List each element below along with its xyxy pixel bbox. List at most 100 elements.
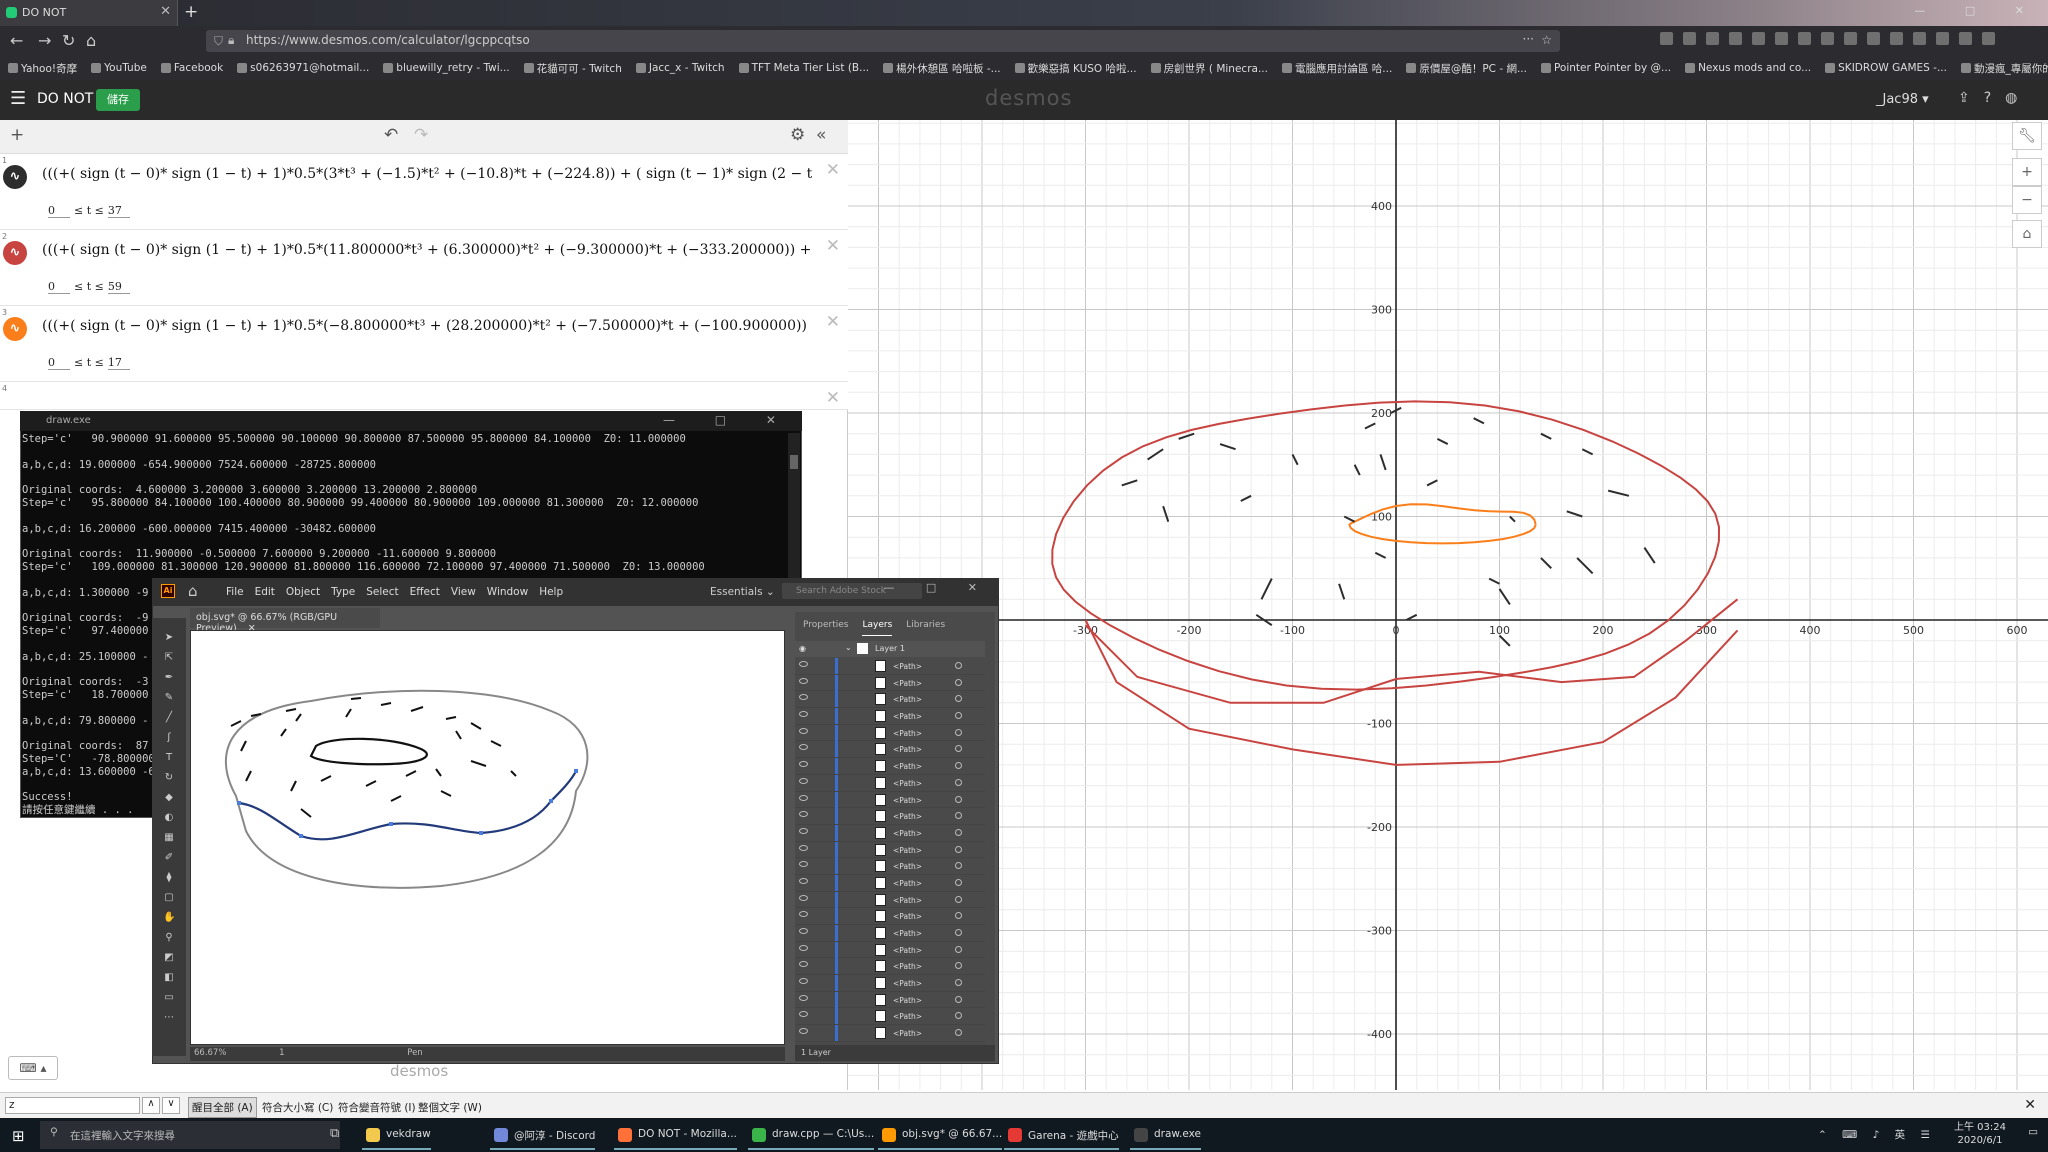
page-actions-icon[interactable]: ··· (1523, 32, 1534, 46)
sidebar-icon[interactable] (1683, 32, 1696, 45)
window-controls[interactable]: — □ ✕ (1914, 4, 2042, 17)
eye-icon[interactable] (799, 811, 808, 818)
sprinkle-curve[interactable] (1643, 546, 1656, 564)
target-circle-icon[interactable] (955, 1029, 962, 1037)
anchor-point[interactable] (237, 801, 241, 805)
layer-path-row[interactable]: <Path> (795, 724, 985, 742)
sprinkle-path[interactable] (470, 760, 487, 767)
eye-icon[interactable] (799, 661, 808, 667)
match-case-toggle[interactable]: 符合大小寫 (C) (262, 1100, 333, 1115)
path-name[interactable]: <Path> (893, 1029, 922, 1038)
bookmark-item[interactable]: 動漫瘋_專屬你的... (1960, 61, 2048, 76)
notification-icon[interactable]: ▭ (2028, 1126, 2038, 1138)
eye-icon[interactable] (799, 744, 808, 751)
expression-formula[interactable]: (((+( sign (t − 0)* sign (1 − t) + 1)*0.… (42, 318, 812, 344)
sprinkle-curve[interactable] (1607, 489, 1630, 497)
menu-type[interactable]: Type (331, 586, 355, 598)
zoom-in-icon[interactable]: + (2012, 158, 2042, 186)
artboard-tool-icon[interactable]: ▢ (163, 892, 175, 903)
selection-tool-icon[interactable]: ➤ (163, 632, 175, 643)
range-min-input[interactable]: 0 (48, 204, 70, 218)
layer-path-row[interactable]: <Path> (795, 991, 985, 1009)
eye-icon[interactable] (799, 961, 808, 968)
taskbar-app[interactable]: @阿淳 - Discord (490, 1120, 596, 1150)
sprinkle-path[interactable] (245, 770, 252, 782)
settings-gear-icon[interactable]: ⚙ (790, 125, 805, 145)
parametric-curve-icon[interactable]: ∿ (3, 241, 27, 265)
back-arrow-icon[interactable]: ← (10, 31, 23, 50)
layer-path-row[interactable]: <Path> (795, 741, 985, 759)
sprinkle-curve[interactable] (1426, 479, 1438, 487)
sprinkle-curve[interactable] (1509, 515, 1516, 523)
eye-icon[interactable] (799, 727, 808, 734)
target-circle-icon[interactable] (955, 979, 962, 987)
bookmark-item[interactable]: 楊外休憩區 哈啦板 -... (883, 61, 1001, 76)
range-min-input[interactable]: 0 (48, 356, 70, 370)
sprinkle-path[interactable] (410, 706, 424, 712)
target-circle-icon[interactable] (955, 912, 962, 920)
path-name[interactable]: <Path> (893, 912, 922, 921)
find-input[interactable]: z (5, 1097, 140, 1114)
highlight-all-toggle[interactable]: 醒目全部 (A) (188, 1097, 257, 1118)
direct-selection-tool-icon[interactable]: ⇱ (163, 652, 175, 663)
eye-icon[interactable] (799, 994, 808, 1001)
extension-icon[interactable] (1775, 32, 1788, 45)
match-diacritics-toggle[interactable]: 符合變音符號 (I) (338, 1100, 416, 1115)
expression-formula[interactable]: (((+( sign (t − 0)* sign (1 − t) + 1)*0.… (42, 166, 812, 192)
sprinkle-curve[interactable] (1374, 551, 1387, 559)
extension-icon[interactable] (1890, 32, 1903, 45)
target-circle-icon[interactable] (955, 895, 962, 903)
layer-path-row[interactable]: <Path> (795, 891, 985, 909)
layer-path-row[interactable]: <Path> (795, 958, 985, 976)
taskbar-app[interactable]: Garena - 遊戲中心 (1004, 1120, 1119, 1150)
task-view-icon[interactable]: ⧉ (330, 1126, 339, 1141)
user-menu[interactable]: _Jac98 ▾ (1876, 92, 1929, 107)
eye-icon[interactable] (799, 1011, 808, 1018)
path-name[interactable]: <Path> (893, 862, 922, 871)
find-next-icon[interactable]: ∨ (162, 1097, 180, 1114)
donut-outline[interactable] (224, 689, 589, 889)
sprinkle-curve[interactable] (1540, 432, 1552, 440)
sprinkle-curve[interactable] (1240, 494, 1252, 502)
curvature-tool-icon[interactable]: ✎ (163, 692, 175, 703)
menu-select[interactable]: Select (366, 586, 398, 598)
library-icon[interactable] (1660, 32, 1673, 45)
sprinkle-curve[interactable] (1540, 557, 1552, 569)
extension-icon[interactable] (1752, 32, 1765, 45)
type-tool-icon[interactable]: T (163, 752, 175, 763)
console-titlebar[interactable]: draw.exe — □ ✕ (20, 411, 802, 431)
sprinkle-curve[interactable] (1364, 422, 1376, 430)
menu-edit[interactable]: Edit (255, 586, 275, 598)
target-circle-icon[interactable] (955, 778, 962, 786)
range-max-input[interactable]: 37 (107, 204, 130, 218)
layer-path-row[interactable]: <Path> (795, 874, 985, 892)
eye-icon[interactable] (799, 794, 808, 801)
graph-paper[interactable]: -300 -200 -100 0 100 200 300 400 500 600 400 300 200… (848, 120, 2048, 1090)
eye-icon[interactable] (799, 827, 808, 834)
collapse-list-icon[interactable]: « (816, 125, 826, 145)
zoom-level[interactable]: 66.67% (194, 1048, 226, 1058)
donut-outline-curve[interactable] (1051, 400, 1721, 691)
bookmark-item[interactable]: 花貓可可 - Twitch (523, 61, 622, 76)
sprinkle-path[interactable] (320, 775, 332, 782)
target-circle-icon[interactable] (955, 862, 962, 870)
target-circle-icon[interactable] (955, 812, 962, 820)
donut-artwork[interactable] (191, 631, 786, 1046)
expand-chevron-icon[interactable]: ⌄ (845, 643, 852, 652)
artboard-number[interactable]: 1 (279, 1048, 284, 1058)
document-tab[interactable]: obj.svg* @ 66.67% (RGB/GPU Preview) ✕ (190, 608, 380, 634)
eye-icon[interactable] (799, 761, 808, 768)
anchor-point[interactable] (549, 799, 553, 803)
system-tray[interactable]: ⌃ ⌨ ♪ 英 ☰ (1818, 1127, 1936, 1142)
sprinkle-path[interactable] (290, 780, 297, 792)
anchor-point[interactable] (574, 769, 578, 773)
layer-path-row[interactable]: <Path> (795, 841, 985, 859)
eye-icon[interactable] (799, 861, 808, 868)
url-bar[interactable]: ⛉ 🔒︎ https://www.desmos.com/calculator/l… (206, 30, 1560, 52)
donut-hole[interactable] (309, 737, 428, 766)
layer-path-row[interactable]: <Path> (795, 758, 985, 775)
target-circle-icon[interactable] (955, 828, 962, 836)
target-circle-icon[interactable] (955, 762, 962, 770)
sprinkle-path[interactable] (280, 728, 287, 737)
illustrator-window-controls[interactable]: — □ ✕ (883, 581, 991, 594)
